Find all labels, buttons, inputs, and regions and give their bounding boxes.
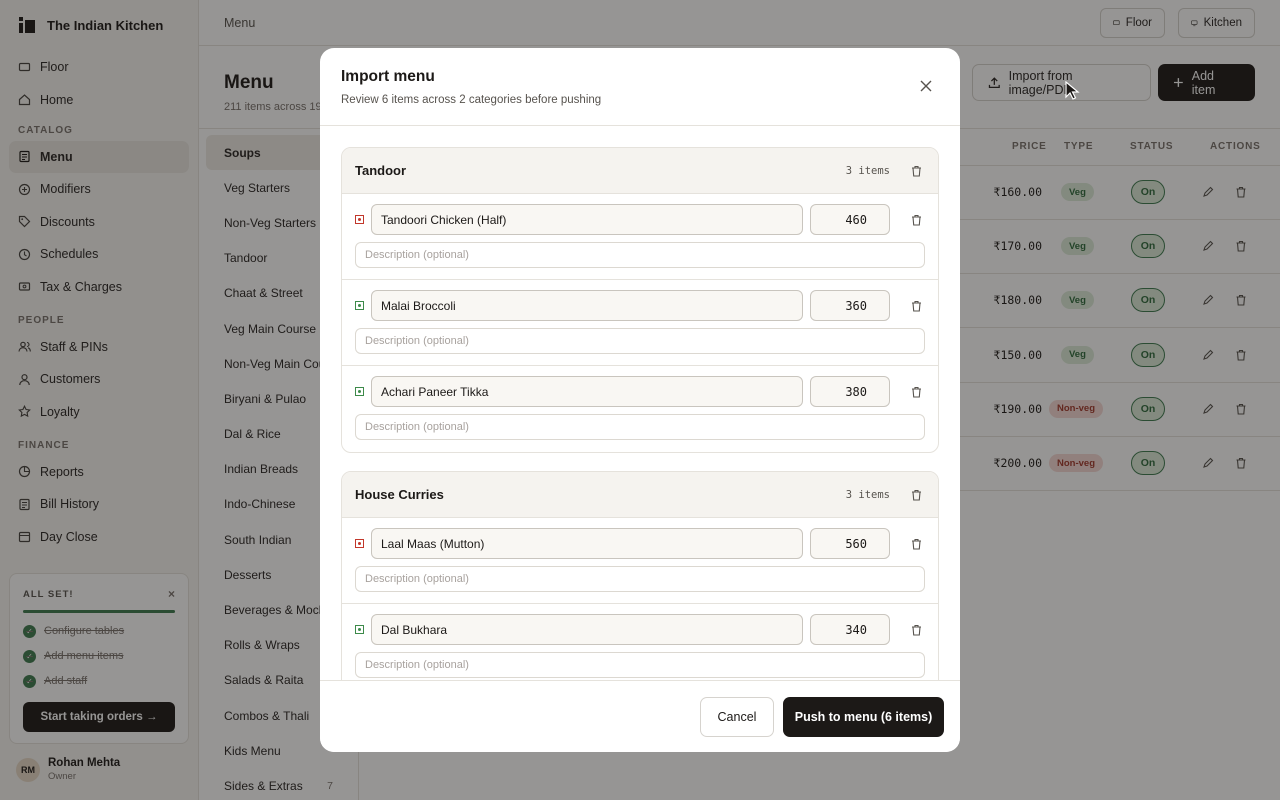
import-category-group: Tandoor 3 items Tandoori Chicken (Half) 460…: [341, 147, 939, 453]
group-item-count: 3 items: [845, 488, 890, 501]
trash-icon[interactable]: [911, 489, 922, 501]
item-description-input[interactable]: Description (optional): [355, 328, 925, 354]
item-price-input[interactable]: 340: [810, 614, 890, 645]
veg-indicator-icon[interactable]: [355, 625, 364, 634]
import-review-list[interactable]: Tandoor 3 items Tandoori Chicken (Half) 460…: [320, 126, 960, 680]
item-description-input[interactable]: Description (optional): [355, 242, 925, 268]
item-description-input[interactable]: Description (optional): [355, 652, 925, 678]
import-item-row: Tandoori Chicken (Half) 460 Description (o…: [342, 194, 938, 280]
import-item-row: Laal Maas (Mutton) 560 Description (option…: [342, 518, 938, 604]
item-name-input[interactable]: Laal Maas (Mutton): [371, 528, 803, 559]
group-item-count: 3 items: [845, 164, 890, 177]
non-veg-indicator-icon[interactable]: [355, 539, 364, 548]
trash-icon[interactable]: [911, 386, 922, 398]
trash-icon[interactable]: [911, 214, 922, 226]
trash-icon[interactable]: [911, 624, 922, 636]
veg-indicator-icon[interactable]: [355, 387, 364, 396]
close-icon[interactable]: [920, 80, 932, 92]
item-name-input[interactable]: Dal Bukhara: [371, 614, 803, 645]
item-description-input[interactable]: Description (optional): [355, 414, 925, 440]
trash-icon[interactable]: [911, 165, 922, 177]
dialog-title: Import menu: [341, 68, 435, 85]
veg-indicator-icon[interactable]: [355, 301, 364, 310]
item-name-input[interactable]: Malai Broccoli: [371, 290, 803, 321]
mouse-cursor-icon: [1065, 81, 1080, 100]
import-item-row: Achari Paneer Tikka 380 Description (optio…: [342, 366, 938, 452]
import-item-row: Dal Bukhara 340 Description (optional): [342, 604, 938, 680]
item-price-input[interactable]: 460: [810, 204, 890, 235]
item-description-input[interactable]: Description (optional): [355, 566, 925, 592]
import-category-group: House Curries 3 items Laal Maas (Mutton) 56…: [341, 471, 939, 680]
push-to-menu-button[interactable]: Push to menu (6 items): [783, 697, 944, 737]
group-name: House Curries: [355, 487, 444, 502]
item-name-input[interactable]: Achari Paneer Tikka: [371, 376, 803, 407]
item-price-input[interactable]: 380: [810, 376, 890, 407]
cancel-button[interactable]: Cancel: [700, 697, 774, 737]
import-item-row: Malai Broccoli 360 Description (optional): [342, 280, 938, 366]
item-price-input[interactable]: 560: [810, 528, 890, 559]
item-price-input[interactable]: 360: [810, 290, 890, 321]
import-menu-dialog: Import menu Review 6 items across 2 cate…: [320, 48, 960, 752]
non-veg-indicator-icon[interactable]: [355, 215, 364, 224]
trash-icon[interactable]: [911, 300, 922, 312]
dialog-subtitle: Review 6 items across 2 categories befor…: [341, 94, 602, 106]
trash-icon[interactable]: [911, 538, 922, 550]
group-name: Tandoor: [355, 163, 407, 178]
item-name-input[interactable]: Tandoori Chicken (Half): [371, 204, 803, 235]
